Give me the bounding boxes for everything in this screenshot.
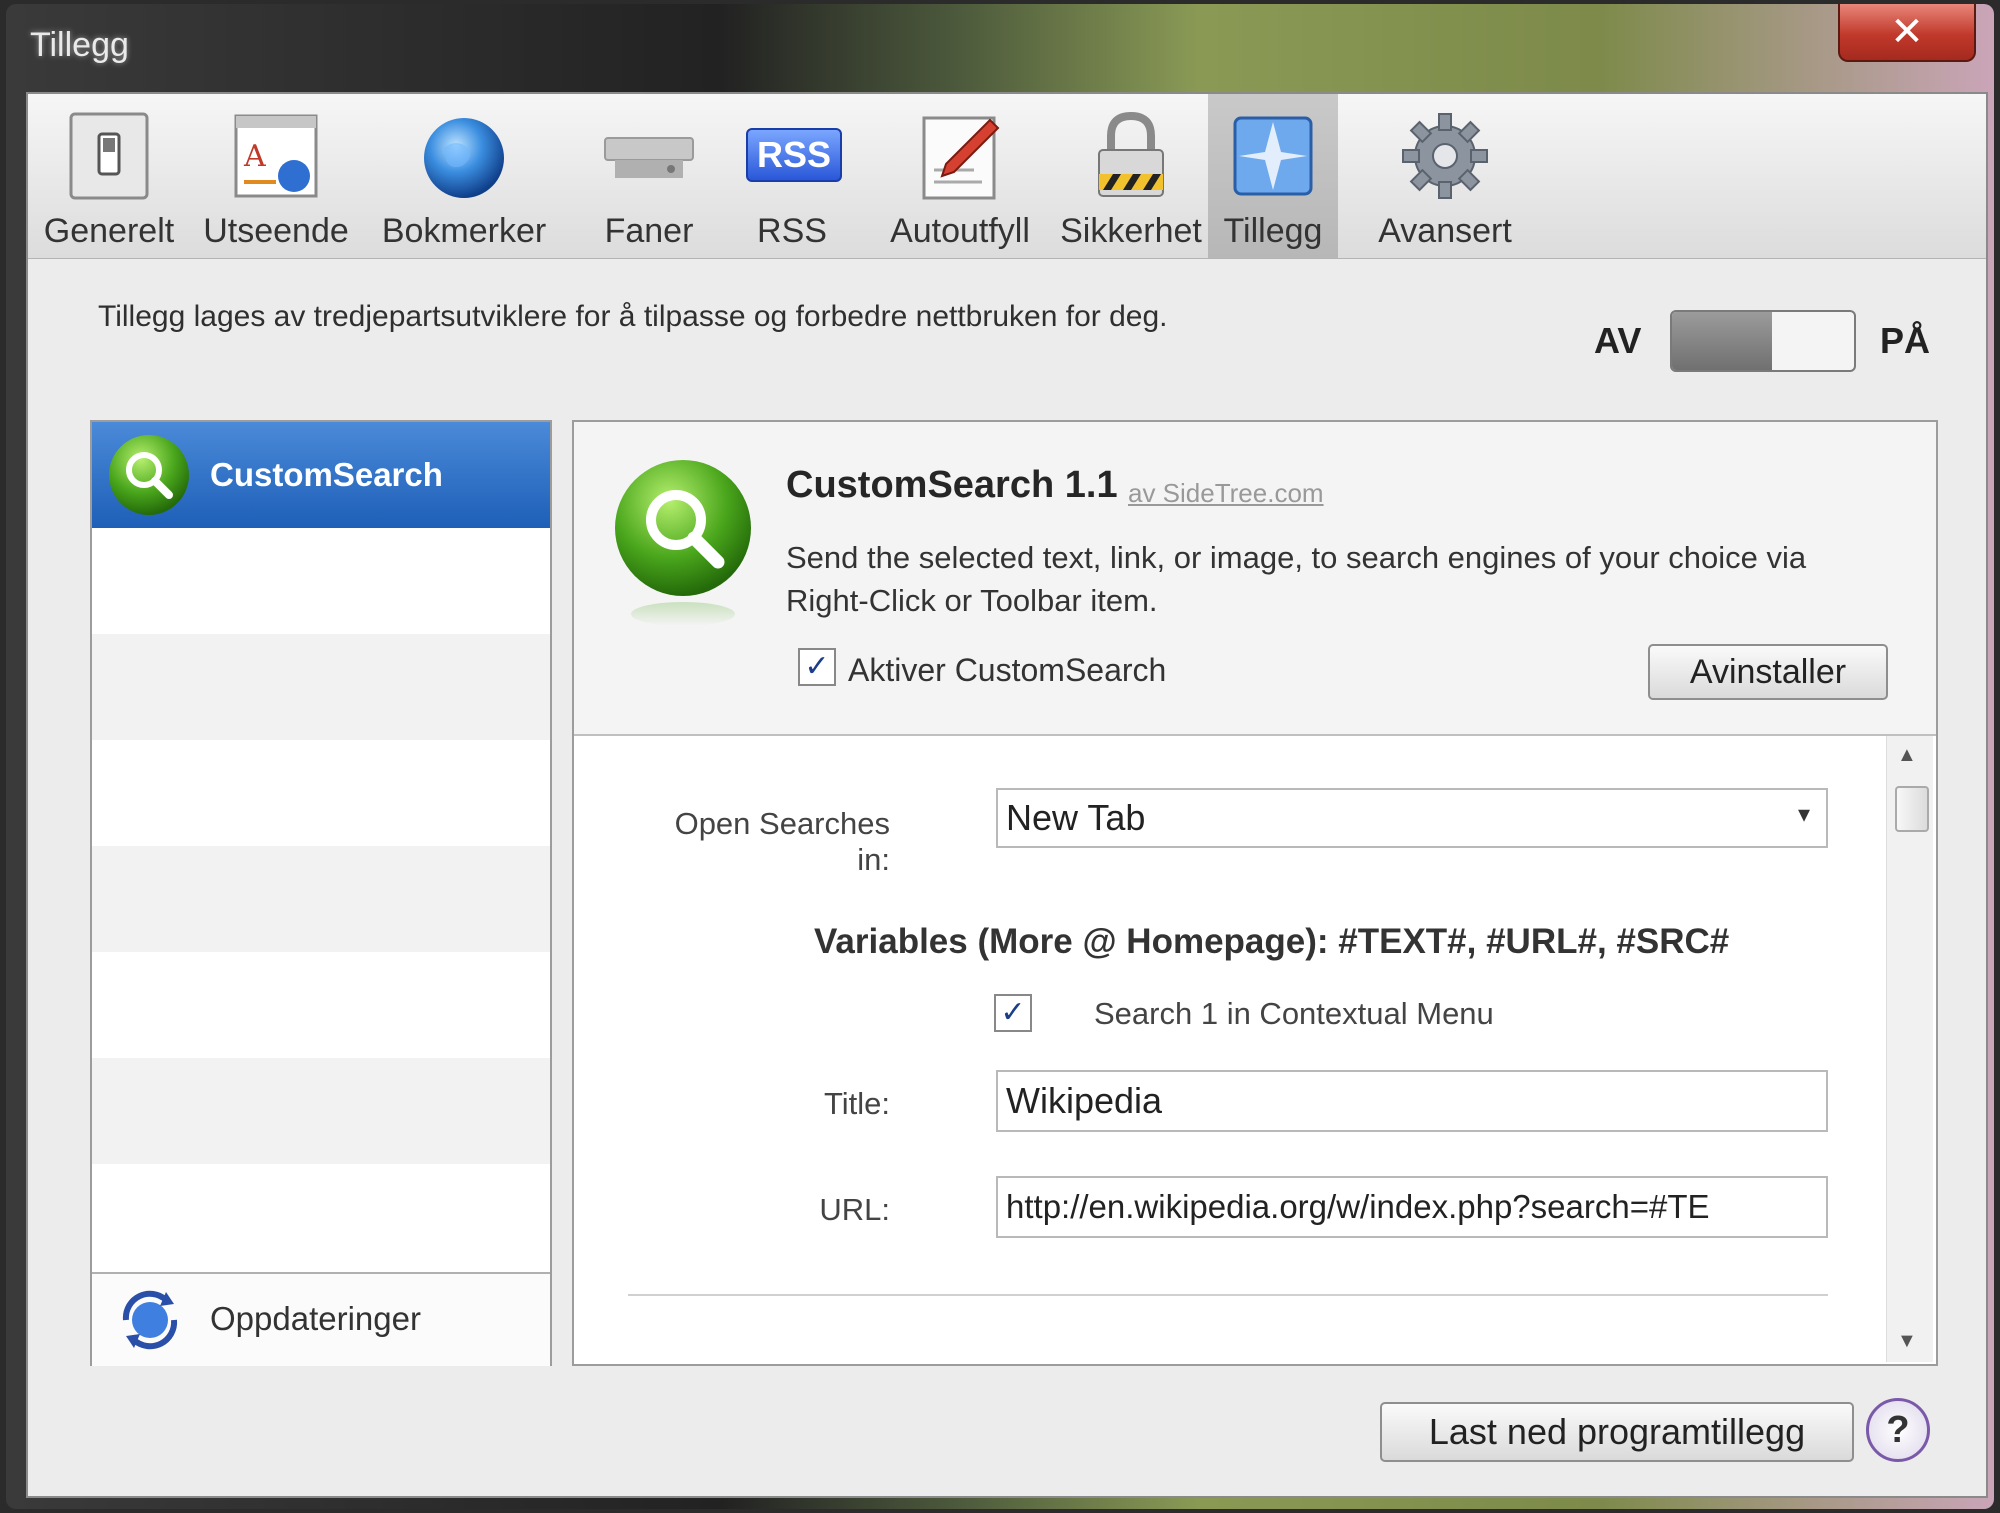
window: Tillegg ✕ Generelt A Utseende Bokmerker … <box>6 4 1994 1509</box>
updates-icon <box>116 1288 184 1357</box>
help-button[interactable]: ? <box>1866 1398 1930 1462</box>
list-stripe <box>92 1058 550 1164</box>
download-extensions-button[interactable]: Last ned programtillegg <box>1380 1402 1854 1462</box>
extension-header: CustomSearch 1.1 av SideTree.com Send th… <box>574 422 1936 736</box>
toggle-off-label: AV <box>1594 320 1642 361</box>
extension-description: Send the selected text, link, or image, … <box>786 540 1807 618</box>
tab-rss[interactable]: RSS RSS <box>728 94 856 258</box>
search-icon <box>106 432 192 523</box>
close-button[interactable]: ✕ <box>1838 4 1976 62</box>
detail-scrollbar[interactable]: ▲ ▼ <box>1886 736 1933 1362</box>
updates-label: Oppdateringer <box>210 1300 421 1337</box>
url-input[interactable]: http://en.wikipedia.org/w/index.php?sear… <box>996 1176 1828 1238</box>
search-icon <box>610 458 756 633</box>
scroll-up-arrow-icon[interactable]: ▲ <box>1897 744 1917 767</box>
uninstall-button[interactable]: Avinstaller <box>1648 644 1888 700</box>
scroll-down-arrow-icon[interactable]: ▼ <box>1897 1330 1917 1353</box>
tabs-icon <box>601 108 697 204</box>
lock-icon <box>1083 108 1179 204</box>
extension-detail: CustomSearch 1.1 av SideTree.com Send th… <box>572 420 1938 1366</box>
extension-compass-icon <box>1225 108 1321 204</box>
list-stripe <box>92 846 550 952</box>
preferences-toolbar: Generelt A Utseende Bokmerker Faner RSS … <box>28 94 1986 259</box>
toggle-knob <box>1672 312 1772 370</box>
open-searches-select[interactable]: New Tab ▾ <box>996 788 1828 848</box>
open-searches-value: New Tab <box>1006 797 1146 838</box>
tab-generelt[interactable]: Generelt <box>36 94 182 258</box>
tab-sikkerhet[interactable]: Sikkerhet <box>1052 94 1210 258</box>
variables-heading: Variables (More @ Homepage): #TEXT#, #UR… <box>814 922 1730 961</box>
list-item-customsearch[interactable]: CustomSearch <box>92 422 550 528</box>
tab-utseende[interactable]: A Utseende <box>198 94 354 258</box>
list-item-label: CustomSearch <box>210 456 443 493</box>
extension-list: CustomSearch Oppdateringer <box>90 420 552 1366</box>
search1-label: Search 1 in Contextual Menu <box>1094 996 1494 1031</box>
scroll-thumb[interactable] <box>1895 786 1929 832</box>
svg-text:A: A <box>243 139 266 174</box>
intro-text: Tillegg lages av tredjepartsutviklere fo… <box>98 300 1168 333</box>
updates-item[interactable]: Oppdateringer <box>92 1272 550 1366</box>
window-title: Tillegg <box>30 26 129 64</box>
extension-author-link[interactable]: av SideTree.com <box>1128 478 1324 509</box>
extension-title: CustomSearch 1.1 <box>786 464 1118 506</box>
title-label: Title: <box>823 1086 890 1121</box>
tab-bokmerker[interactable]: Bokmerker <box>376 94 552 258</box>
title-input[interactable]: Wikipedia <box>996 1070 1828 1132</box>
rss-icon: RSS <box>744 108 842 204</box>
gear-icon <box>1397 108 1493 204</box>
enable-checkbox[interactable]: ✓ <box>798 648 836 686</box>
url-label: URL: <box>819 1192 890 1227</box>
list-stripe <box>92 634 550 740</box>
chevron-down-icon: ▾ <box>1797 801 1810 828</box>
open-searches-label: Open Searches in: <box>674 806 890 877</box>
switch-icon <box>61 108 157 204</box>
appearance-icon: A <box>228 108 324 204</box>
tab-faner[interactable]: Faner <box>584 94 714 258</box>
toggle-on-label: PÅ <box>1880 320 1931 361</box>
enable-label: Aktiver CustomSearch <box>848 652 1167 688</box>
extensions-toggle[interactable] <box>1670 310 1856 372</box>
divider <box>628 1294 1828 1296</box>
tab-autoutfyll[interactable]: Autoutfyll <box>874 94 1046 258</box>
tab-avansert[interactable]: Avansert <box>1362 94 1528 258</box>
preferences-pane: Generelt A Utseende Bokmerker Faner RSS … <box>26 92 1988 1498</box>
globe-icon <box>416 108 512 204</box>
pencil-icon <box>912 108 1008 204</box>
search1-checkbox[interactable]: ✓ <box>994 994 1032 1032</box>
tab-tillegg[interactable]: Tillegg <box>1208 94 1338 258</box>
